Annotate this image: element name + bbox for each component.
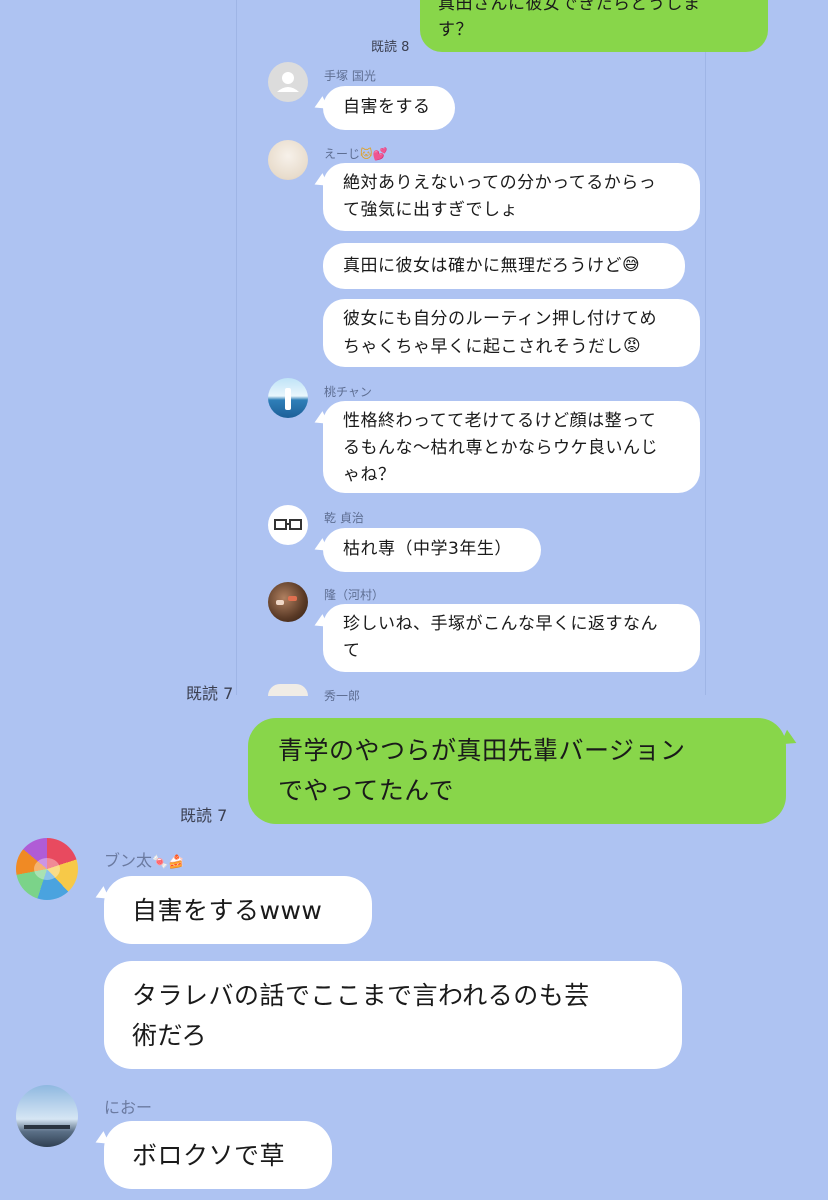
message-bubble[interactable]: タラレバの話でここまで言われるのも芸 術だろ xyxy=(104,961,682,1069)
glasses-icon xyxy=(274,519,302,530)
sender-name: ブン太🍬🍰 xyxy=(104,847,184,871)
message-text: 真田に彼女は確かに無理だろうけど xyxy=(343,255,622,276)
avatar-detail xyxy=(34,858,60,880)
candy-emoji-icon: 🍬 xyxy=(152,855,169,870)
default-user-icon xyxy=(277,72,299,92)
avatar-detail xyxy=(288,596,297,601)
my-message-bubble[interactable]: 青学のやつらが真田先輩バージョン でやってたんで xyxy=(248,718,786,824)
message-bubble[interactable]: 真田に彼女は確かに無理だろうけど😅 xyxy=(323,243,685,289)
message-line: 自害をするwww xyxy=(132,896,323,925)
avatar-nioh[interactable] xyxy=(16,1085,78,1147)
angry-face-emoji-icon: 😡 xyxy=(623,336,642,356)
sender-name: におー xyxy=(104,1098,153,1117)
message-bubble[interactable]: 珍しいね、手塚がこんな早くに返すなん て xyxy=(323,604,700,672)
cat-emoji-icon: 🐱 xyxy=(360,147,373,161)
message-line: て強気に出すぎでしょ xyxy=(343,200,518,220)
avatar-detail xyxy=(24,1125,70,1129)
message-bubble[interactable]: 枯れ専（中学3年生） xyxy=(323,528,541,572)
message-line: 真田に彼女は確かに無理だろうけど😅 xyxy=(343,253,640,279)
message-line: 自害をする xyxy=(343,97,431,117)
message-bubble[interactable]: ボロクソで草 xyxy=(104,1121,332,1189)
message-text: ちゃくちゃ早くに起こされそうだし xyxy=(343,336,623,357)
read-receipt: 既読 7 xyxy=(180,806,228,825)
message-bubble[interactable]: 絶対ありえないっての分かってるからっ て強気に出すぎでしょ xyxy=(323,163,700,231)
read-receipt: 既読 7 xyxy=(186,684,234,703)
avatar-buntaro[interactable] xyxy=(16,838,78,900)
message-bubble[interactable]: 自害をするwww xyxy=(104,876,372,944)
message-line: て xyxy=(343,641,361,661)
message-bubble[interactable]: 自害をする xyxy=(323,86,455,130)
top-outgoing-message[interactable]: 真田さんに彼女できたらどうしま す？ xyxy=(420,0,768,52)
message-bubble[interactable]: 彼女にも自分のルーティン押し付けてめ ちゃくちゃ早くに起こされそうだし😡 xyxy=(323,299,700,367)
avatar-kawamura[interactable] xyxy=(268,582,308,622)
avatar-shuichiro[interactable] xyxy=(268,684,308,696)
message-line: るもんな〜枯れ専とかならウケ良いんじ xyxy=(343,438,658,458)
avatar-eiji[interactable] xyxy=(268,140,308,180)
sender-name: 手塚 国光 xyxy=(324,69,376,83)
sender-name: えーじ🐱💕 xyxy=(324,145,387,162)
message-line: 性格終わってて老けてるけど顔は整って xyxy=(343,411,657,431)
sender-name: 乾 貞治 xyxy=(324,511,364,525)
cake-emoji-icon: 🍰 xyxy=(168,855,185,870)
sender-name-text: ブン太 xyxy=(104,851,153,870)
message-line: 絶対ありえないっての分かってるからっ xyxy=(343,173,657,193)
sender-name: 隆（河村） xyxy=(324,588,385,602)
avatar-inui[interactable] xyxy=(268,505,308,545)
message-line: タラレバの話でここまで言われるのも芸 xyxy=(132,981,590,1010)
avatar-momo[interactable] xyxy=(268,378,308,418)
message-line: でやってたんで xyxy=(278,776,455,805)
message-line: 真田さんに彼女できたらどうしま xyxy=(438,0,701,14)
read-receipt: 既読 8 xyxy=(371,40,410,55)
avatar-tezuka[interactable] xyxy=(268,62,308,102)
sweat-smile-emoji-icon: 😅 xyxy=(621,255,641,275)
sender-name: 桃チャン xyxy=(324,385,372,399)
message-line: 枯れ専（中学3年生） xyxy=(343,539,512,559)
avatar-detail xyxy=(285,388,291,410)
message-bubble[interactable]: 性格終わってて老けてるけど顔は整って るもんな〜枯れ専とかならウケ良いんじ ゃね… xyxy=(323,401,700,493)
sender-name: 秀一郎 xyxy=(324,689,361,703)
message-line: ちゃくちゃ早くに起こされそうだし😡 xyxy=(343,334,641,360)
message-line: 彼女にも自分のルーティン押し付けてめ xyxy=(343,309,657,329)
message-line: 青学のやつらが真田先輩バージョン xyxy=(278,736,686,765)
message-line: ボロクソで草 xyxy=(132,1141,286,1170)
sender-name-text: えーじ xyxy=(324,147,361,161)
message-line: 珍しいね、手塚がこんな早くに返すなん xyxy=(343,614,658,634)
message-line: ゃね？ xyxy=(343,465,396,485)
message-line: す？ xyxy=(438,20,473,40)
message-line: 術だろ xyxy=(132,1021,208,1050)
heart-emoji-icon: 💕 xyxy=(372,147,388,161)
avatar-detail xyxy=(276,600,284,605)
